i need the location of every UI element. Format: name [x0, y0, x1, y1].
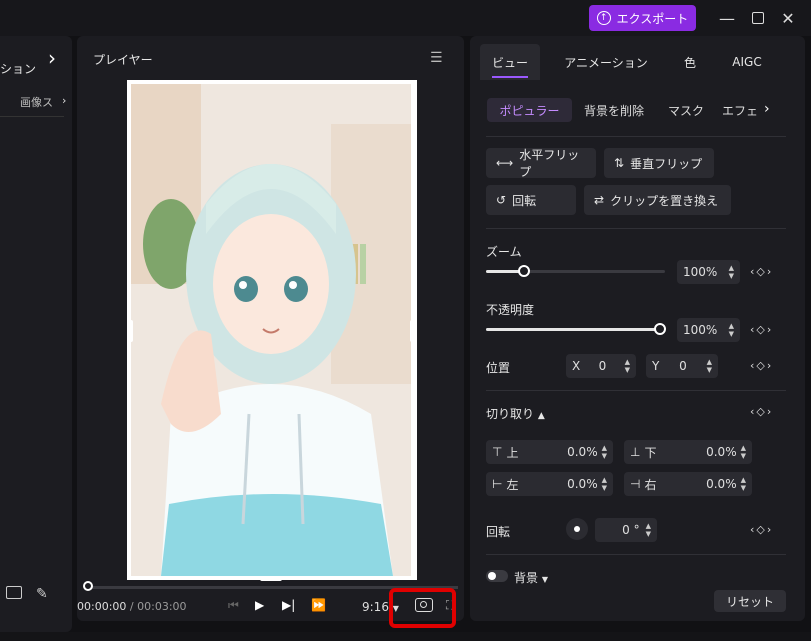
play-icon[interactable]: ▶: [255, 598, 264, 612]
subtab-mask[interactable]: マスク: [660, 98, 712, 122]
keyframe-icon[interactable]: ‹◇›: [750, 323, 773, 336]
stepper-icon[interactable]: ▲ ▼: [625, 358, 630, 374]
panel-subtab[interactable]: 画像ス: [20, 94, 66, 110]
panel-title: ション: [0, 62, 37, 76]
player-title: プレイヤー: [93, 53, 153, 67]
resize-handle-right[interactable]: [410, 320, 416, 342]
background-toggle[interactable]: [486, 570, 508, 582]
playhead[interactable]: [83, 581, 93, 591]
anime-girl-image: [131, 84, 411, 576]
zoom-slider[interactable]: [486, 270, 665, 273]
opacity-slider-knob[interactable]: [654, 323, 666, 335]
zoom-label: ズーム: [486, 245, 522, 259]
tab-aigc[interactable]: AIGC: [724, 44, 770, 80]
folder-icon[interactable]: [6, 586, 22, 599]
crop-right-icon: ⊣: [630, 477, 641, 491]
current-time: 00:00:00: [77, 600, 127, 613]
zoom-slider-fill: [486, 270, 520, 273]
zoom-slider-knob[interactable]: [518, 265, 530, 277]
panel-tools: ✎: [6, 586, 48, 602]
keyframe-icon[interactable]: ‹◇›: [750, 405, 773, 418]
position-label: 位置: [486, 361, 511, 375]
crop-left-icon: ⊢: [492, 477, 503, 491]
stepper-icon[interactable]: ▲ ▼: [729, 322, 734, 338]
position-y-input[interactable]: Y 0 ▲ ▼: [646, 354, 718, 378]
chevron-right-icon[interactable]: ›: [62, 94, 66, 107]
divider: [486, 136, 786, 137]
resize-handle-bottom[interactable]: [260, 576, 282, 581]
divider: [486, 228, 786, 229]
tab-view[interactable]: ビュー: [480, 44, 540, 80]
aspect-ratio-value: 9:16: [362, 600, 389, 614]
rotate-icon: ↺: [496, 193, 507, 207]
opacity-label: 不透明度: [486, 303, 535, 317]
next-frame-icon[interactable]: ▶|: [282, 598, 295, 612]
divider: [486, 390, 786, 391]
export-label: エクスポート: [616, 11, 689, 26]
zoom-input[interactable]: 100% ▲ ▼: [677, 260, 740, 284]
time-separator: /: [129, 600, 134, 613]
chevron-down-icon: ▼: [541, 575, 548, 584]
rotation-dial[interactable]: [566, 518, 588, 540]
rotation-input[interactable]: 0 ° ▲ ▼: [595, 518, 657, 542]
stepper-icon[interactable]: ▲ ▼: [646, 522, 651, 538]
crop-left-input[interactable]: ⊢ 左 0.0% ▲ ▼: [486, 472, 613, 496]
reset-button[interactable]: リセット: [714, 590, 786, 612]
tab-color[interactable]: 色: [672, 44, 708, 80]
swap-icon: ⇄: [594, 193, 605, 207]
chevron-up-icon: ▲: [537, 411, 545, 421]
time-display: 00:00:00 / 00:03:00: [77, 600, 187, 613]
crop-right-input[interactable]: ⊣ 右 0.0% ▲ ▼: [624, 472, 752, 496]
divider: [486, 554, 786, 555]
stepper-icon[interactable]: ▲ ▼: [729, 264, 734, 280]
pen-icon[interactable]: ✎: [36, 586, 48, 602]
keyframe-icon[interactable]: ‹◇›: [750, 359, 773, 372]
stepper-icon[interactable]: ▲ ▼: [707, 358, 712, 374]
stepper-icon[interactable]: ▲ ▼: [602, 444, 607, 460]
total-time: 00:03:00: [137, 600, 187, 613]
chevron-right-icon[interactable]: ›: [764, 101, 770, 117]
flip-vertical-button[interactable]: ⇅ 垂直フリップ: [604, 148, 714, 178]
keyframe-icon[interactable]: ‹◇›: [750, 523, 773, 536]
flip-horizontal-button[interactable]: ⟷ 水平フリップ: [486, 148, 596, 179]
upload-icon: ↑: [596, 11, 611, 25]
crop-bottom-icon: ⊥: [630, 445, 641, 459]
minimize-icon[interactable]: —: [717, 8, 737, 28]
crop-top-input[interactable]: ⊤ 上 0.0% ▲ ▼: [486, 440, 613, 464]
flip-vertical-icon: ⇅: [614, 156, 625, 170]
tab-animation[interactable]: アニメーション: [556, 44, 656, 80]
export-button[interactable]: ↑ エクスポート: [589, 5, 696, 31]
timeline-toolbar: [0, 632, 811, 641]
highlight-box: [389, 588, 456, 628]
subtab-effect[interactable]: エフェ: [722, 98, 762, 122]
crop-top-icon: ⊤: [492, 445, 503, 459]
opacity-slider-fill: [486, 328, 665, 331]
rotation-label: 回転: [486, 525, 511, 539]
background-section[interactable]: 背景 ▼: [514, 569, 548, 586]
resize-handle-left[interactable]: [127, 320, 133, 342]
step-back-icon[interactable]: ⏮: [228, 598, 239, 613]
crop-bottom-input[interactable]: ⊥ 下 0.0% ▲ ▼: [624, 440, 752, 464]
stepper-icon[interactable]: ▲ ▼: [741, 444, 746, 460]
video-preview[interactable]: [131, 84, 411, 576]
opacity-input[interactable]: 100% ▲ ▼: [677, 318, 740, 342]
subtab-popular[interactable]: ポピュラー: [487, 98, 572, 122]
stepper-icon[interactable]: ▲ ▼: [602, 476, 607, 492]
media-panel: [0, 36, 72, 632]
subtab-remove-background[interactable]: 背景を削除: [578, 98, 650, 122]
rotate-button[interactable]: ↺ 回転: [486, 185, 576, 215]
replace-clip-button[interactable]: ⇄ クリップを置き換え: [584, 185, 731, 215]
position-x-input[interactable]: X 0 ▲ ▼: [566, 354, 636, 378]
opacity-slider[interactable]: [486, 328, 665, 331]
fast-forward-icon[interactable]: ⏩: [311, 598, 326, 612]
flip-horizontal-icon: ⟷: [496, 156, 514, 170]
menu-icon[interactable]: ☰: [430, 50, 443, 66]
maximize-icon[interactable]: [748, 8, 768, 28]
close-icon[interactable]: ✕: [778, 8, 798, 28]
keyframe-icon[interactable]: ‹◇›: [750, 265, 773, 278]
divider: [0, 116, 64, 117]
chevron-right-icon[interactable]: ›: [48, 46, 56, 70]
crop-section-toggle[interactable]: 切り取り ▲: [486, 405, 545, 422]
stepper-icon[interactable]: ▲ ▼: [741, 476, 746, 492]
